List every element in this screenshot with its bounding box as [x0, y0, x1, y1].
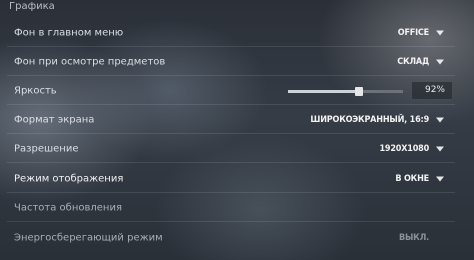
setting-label: Формат экрана [14, 114, 95, 126]
setting-label: Разрешение [14, 143, 79, 155]
setting-row-refresh-rate: Частота обновления [7, 195, 455, 222]
brightness-slider[interactable] [288, 87, 403, 96]
setting-row-power-saving: Энергосберегающий режим ВЫКЛ. [7, 224, 455, 251]
setting-label: Режим отображения [14, 173, 124, 185]
inspect-background-value[interactable]: СКЛАД [397, 57, 429, 67]
section-title: Графика [9, 1, 55, 12]
chevron-down-icon[interactable] [436, 117, 444, 123]
brightness-slider-handle[interactable] [355, 87, 363, 96]
chevron-down-icon[interactable] [436, 176, 444, 182]
chevron-down-icon[interactable] [436, 30, 444, 36]
display-mode-value[interactable]: В ОКНЕ [395, 174, 429, 184]
setting-label: Частота обновления [14, 202, 122, 214]
setting-label: Фон в главном меню [14, 27, 124, 39]
setting-label: Яркость [14, 85, 57, 97]
graphics-settings-panel: Графика Фон в главном меню OFFICE Фон пр… [0, 0, 474, 260]
brightness-value-input[interactable]: 92% [411, 81, 453, 100]
chevron-down-icon[interactable] [436, 59, 444, 65]
setting-row-brightness: Яркость 92% [7, 78, 455, 105]
resolution-value[interactable]: 1920X1080 [379, 144, 429, 154]
aspect-ratio-value[interactable]: ШИРОКОЭКРАННЫЙ, 16:9 [310, 115, 429, 125]
setting-row-inspect-background[interactable]: Фон при осмотре предметов СКЛАД [7, 49, 455, 76]
setting-row-main-menu-background[interactable]: Фон в главном меню OFFICE [7, 20, 455, 47]
setting-row-display-mode[interactable]: Режим отображения В ОКНЕ [7, 166, 455, 193]
chevron-down-icon[interactable] [436, 146, 444, 152]
brightness-slider-fill [288, 90, 359, 93]
main-menu-background-value[interactable]: OFFICE [398, 28, 429, 38]
setting-label: Энергосберегающий режим [14, 232, 163, 243]
setting-row-aspect-ratio[interactable]: Формат экрана ШИРОКОЭКРАННЫЙ, 16:9 [7, 107, 455, 134]
setting-label: Фон при осмотре предметов [14, 56, 166, 68]
setting-row-resolution[interactable]: Разрешение 1920X1080 [7, 136, 455, 163]
power-saving-value: ВЫКЛ. [399, 232, 429, 243]
